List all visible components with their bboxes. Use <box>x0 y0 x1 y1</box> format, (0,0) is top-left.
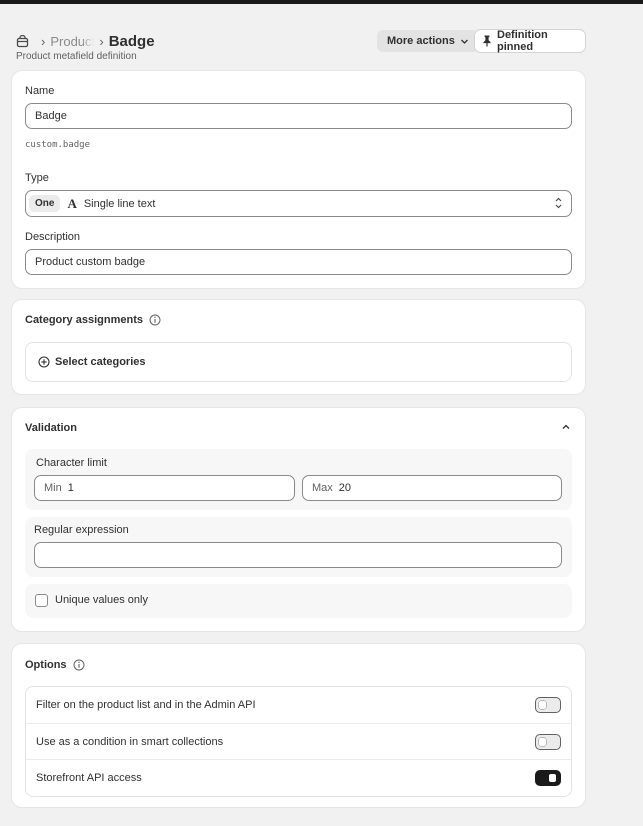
character-limit-panel: Character limit Min 1 Max 20 <box>25 449 572 510</box>
toggle-knob <box>539 700 546 709</box>
breadcrumb: › Products › Badge <box>16 32 155 50</box>
chevron-right-icon: › <box>41 33 46 49</box>
min-value: 1 <box>67 482 74 494</box>
option-label: Use as a condition in smart collections <box>36 735 224 748</box>
select-categories-button[interactable]: Select categories <box>25 342 572 382</box>
top-bar <box>0 0 643 4</box>
definition-card: Name Badge custom.badge Type One A Singl… <box>12 71 585 288</box>
option-storefront-api: Storefront API access <box>26 759 571 795</box>
options-heading: Options <box>25 659 67 671</box>
unique-values-panel: Unique values only <box>25 584 572 618</box>
filter-admin-api-toggle[interactable] <box>535 697 561 713</box>
page-title: Badge <box>108 32 155 50</box>
type-label: Type <box>25 172 49 184</box>
unique-values-checkbox[interactable] <box>35 594 48 607</box>
more-actions-label: More actions <box>387 35 455 47</box>
character-limit-label: Character limit <box>36 457 107 469</box>
description-label: Description <box>25 231 81 243</box>
min-length-input[interactable]: Min 1 <box>34 475 295 501</box>
toggle-knob <box>539 737 546 746</box>
smart-collections-toggle[interactable] <box>535 734 561 750</box>
validation-title: Validation <box>25 422 77 434</box>
namespace-key: custom.badge <box>25 140 91 150</box>
text-type-icon: A <box>67 195 77 211</box>
regex-label: Regular expression <box>34 524 129 536</box>
breadcrumb-products-link[interactable]: Products <box>50 33 95 49</box>
max-prefix: Max <box>312 482 333 494</box>
max-value: 20 <box>338 482 352 494</box>
options-card: Options Filter on the product list and i… <box>12 644 585 807</box>
definition-pinned-label: Definition pinned <box>497 29 548 53</box>
option-smart-collections: Use as a condition in smart collections <box>26 723 571 759</box>
chevron-up-icon[interactable] <box>561 422 571 432</box>
select-categories-label: Select categories <box>55 356 146 368</box>
regex-input[interactable] <box>34 542 562 568</box>
name-label: Name <box>25 85 55 97</box>
unique-values-label: Unique values only <box>55 594 148 606</box>
select-arrows-icon <box>554 196 563 210</box>
option-label: Filter on the product list and in the Ad… <box>36 699 256 711</box>
min-prefix: Min <box>44 482 62 494</box>
category-assignments-heading: Category assignments <box>25 314 143 326</box>
regex-panel: Regular expression <box>25 517 572 577</box>
info-icon[interactable] <box>73 659 85 671</box>
page-subtitle: Product metafield definition <box>16 51 137 62</box>
type-cardinality-badge: One <box>29 195 61 212</box>
definition-pinned-button[interactable]: Definition pinned <box>475 29 585 53</box>
type-select[interactable]: One A Single line text <box>25 190 572 217</box>
option-label: Storefront API access <box>36 771 142 784</box>
pin-icon <box>482 35 492 47</box>
category-assignments-card: Category assignments Select categories <box>12 300 585 394</box>
info-icon[interactable] <box>149 314 161 326</box>
more-actions-button[interactable]: More actions <box>377 30 479 52</box>
type-value: Single line text <box>83 197 156 210</box>
chevron-down-icon <box>460 37 469 46</box>
options-title: Options <box>25 659 85 671</box>
option-filter-admin-api: Filter on the product list and in the Ad… <box>26 687 571 723</box>
category-assignments-title: Category assignments <box>25 314 161 326</box>
chevron-right-icon: › <box>99 33 104 49</box>
validation-card: Validation Character limit Min 1 Max 20 … <box>12 408 585 631</box>
name-input[interactable]: Badge <box>25 103 572 129</box>
page-header: › Products › Badge Product metafield def… <box>16 29 586 64</box>
description-input[interactable]: Product custom badge <box>25 249 572 275</box>
toggle-knob <box>549 773 556 782</box>
storefront-api-toggle[interactable] <box>535 770 561 786</box>
product-tag-icon[interactable] <box>16 34 30 48</box>
options-list: Filter on the product list and in the Ad… <box>25 686 572 797</box>
plus-circle-icon <box>38 356 50 368</box>
max-length-input[interactable]: Max 20 <box>302 475 562 501</box>
